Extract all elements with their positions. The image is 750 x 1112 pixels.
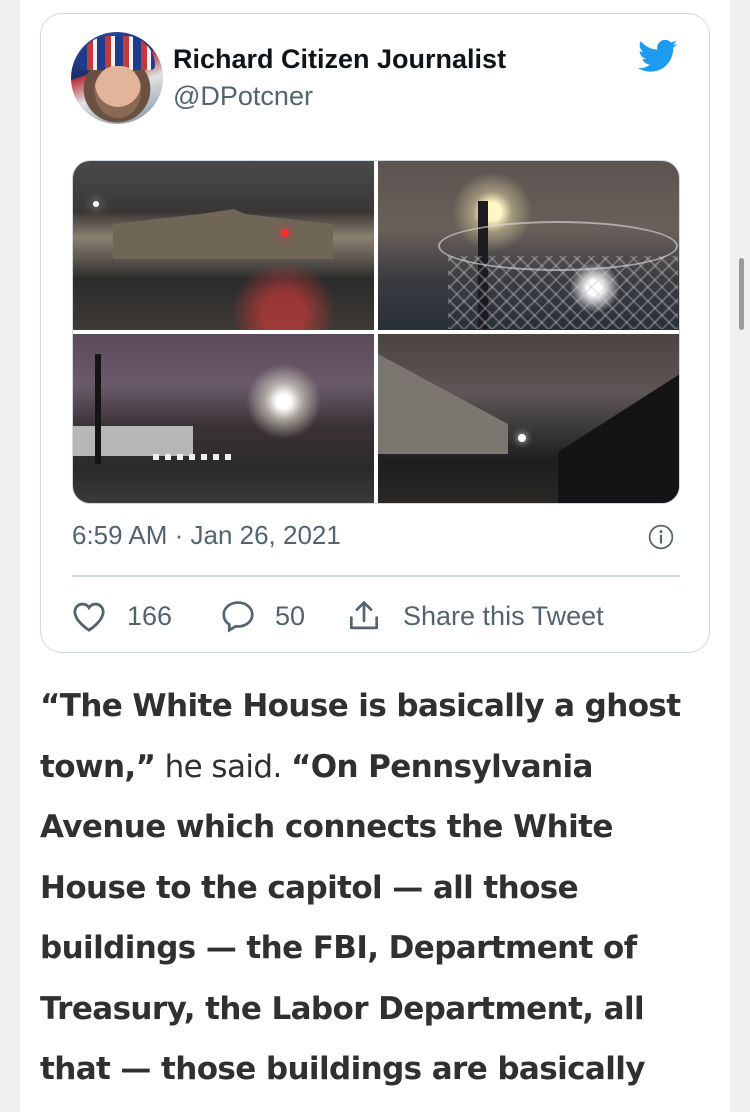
- street-light: [93, 201, 99, 207]
- lamp-post: [95, 354, 101, 464]
- reply-count: 50: [275, 600, 306, 631]
- reply-button[interactable]: 50: [219, 594, 305, 638]
- twitter-bird-icon[interactable]: [635, 36, 681, 76]
- reply-bubble-icon: [222, 601, 254, 633]
- tweet-photo-grid: [72, 160, 680, 504]
- like-button[interactable]: 166: [69, 594, 172, 638]
- building-shape: [113, 209, 333, 259]
- article-paragraph: “The White House is basically a ghost to…: [40, 676, 720, 1112]
- author-handle[interactable]: @DPotcner: [173, 81, 313, 112]
- attribution-text: he said.: [155, 748, 291, 785]
- divider: [72, 575, 680, 577]
- info-icon[interactable]: [648, 524, 674, 550]
- tweet-photo[interactable]: [378, 161, 679, 330]
- red-light: [281, 229, 289, 237]
- author-name[interactable]: Richard Citizen Journalist: [173, 44, 506, 75]
- tweet-photo[interactable]: [378, 334, 679, 503]
- tweet-timestamp[interactable]: 6:59 AM · Jan 26, 2021: [72, 520, 341, 551]
- tweet-photo[interactable]: [73, 161, 374, 330]
- barrier: [73, 426, 193, 456]
- building-shape: [378, 354, 508, 454]
- street-light: [518, 434, 526, 442]
- crosswalk: [153, 454, 233, 460]
- avatar[interactable]: [71, 32, 163, 124]
- share-label: Share this Tweet: [403, 600, 604, 631]
- avatar-face: [95, 66, 141, 118]
- share-tweet-button[interactable]: Share this Tweet: [345, 594, 604, 638]
- share-icon: [349, 601, 379, 630]
- quote-text: “On Pennsylvania Avenue which connects t…: [40, 748, 645, 1112]
- scrollbar[interactable]: [739, 258, 744, 330]
- heart-icon: [73, 602, 105, 632]
- article-page: Richard Citizen Journalist @DPotcner 6:5…: [20, 0, 730, 1112]
- avatar-hat: [79, 36, 155, 70]
- tweet-photo[interactable]: [73, 334, 374, 503]
- like-count: 166: [127, 600, 173, 631]
- razor-wire: [438, 221, 678, 271]
- fence: [558, 374, 679, 503]
- embedded-tweet[interactable]: Richard Citizen Journalist @DPotcner 6:5…: [40, 13, 710, 653]
